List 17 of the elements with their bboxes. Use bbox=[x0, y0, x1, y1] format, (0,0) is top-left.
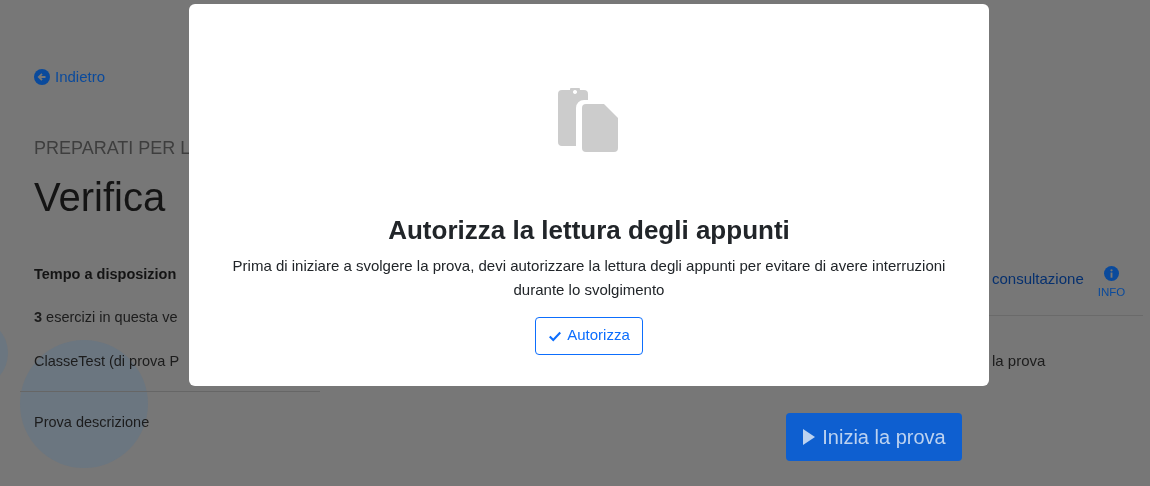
detail-text: 3 esercizi in questa ve bbox=[34, 308, 178, 328]
start-button[interactable]: Inizia la prova bbox=[786, 412, 962, 461]
detail-text: ClasseTest (di prova P bbox=[34, 352, 180, 371]
back-link[interactable]: Indietro bbox=[34, 66, 106, 89]
page-title: Verifica bbox=[34, 173, 167, 221]
clipboard-copy-icon bbox=[558, 88, 620, 152]
info-button[interactable]: INFO bbox=[1097, 266, 1126, 302]
detail-label: Tempo a disposizion bbox=[34, 264, 177, 284]
dialog-title: Autorizza la lettura degli appunti bbox=[388, 214, 790, 247]
side-text: la prova bbox=[991, 351, 1047, 372]
play-icon bbox=[802, 427, 817, 446]
detail-text: Prova descrizione bbox=[34, 412, 150, 432]
info-icon bbox=[1103, 266, 1119, 281]
eyebrow-text: PREPARATI PER L bbox=[34, 136, 192, 160]
dialog-message: Prima di iniziare a svolgere la prova, devi autorizzare la lettura degli appunti per evitare di avere interruzioni durante lo svolgimento bbox=[231, 255, 947, 300]
authorize-button[interactable]: Autorizza bbox=[535, 316, 643, 355]
consultation-link[interactable]: consultazione bbox=[992, 268, 1084, 291]
